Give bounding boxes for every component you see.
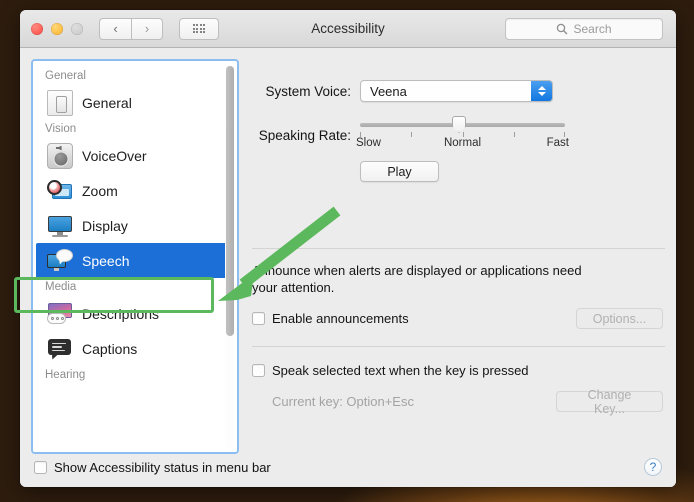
sidebar-item-voiceover[interactable]: VoiceOver xyxy=(33,138,237,173)
sidebar-group-general: General xyxy=(45,70,86,82)
sidebar-scroll-area[interactable]: General General Vision VoiceOver Zoom Di xyxy=(33,61,237,452)
sidebar-item-general[interactable]: General xyxy=(33,85,237,120)
sidebar-scrollbar-thumb[interactable] xyxy=(225,66,234,336)
announcement-options-button[interactable]: Options... xyxy=(576,308,663,330)
show-status-menubar-checkbox[interactable] xyxy=(34,460,47,474)
descriptions-icon xyxy=(47,301,73,327)
speak-selected-text-label: Speak selected text when the key is pres… xyxy=(272,363,529,379)
slider-label-normal: Normal xyxy=(443,137,482,149)
window-bottom-bar: Show Accessibility status in menu bar ? xyxy=(20,447,676,487)
slider-label-slow: Slow xyxy=(356,137,381,149)
slider-label-fast: Fast xyxy=(546,137,569,149)
sidebar-item-speech[interactable]: Speech xyxy=(36,243,234,278)
speak-selected-text-checkbox[interactable] xyxy=(252,364,265,378)
sidebar-item-label: Display xyxy=(82,217,128,234)
current-key-row: Current key: Option+Esc Change Key... xyxy=(252,388,665,416)
sidebar-item-zoom[interactable]: Zoom xyxy=(33,173,237,208)
slider-tick-labels: Slow Normal Fast xyxy=(356,137,569,153)
forward-button[interactable]: › xyxy=(131,17,163,40)
sidebar-item-label: Descriptions xyxy=(82,305,160,322)
display-icon xyxy=(47,213,73,239)
enable-announcements-checkbox-row[interactable]: Enable announcements xyxy=(252,311,409,326)
system-voice-value: Veena xyxy=(370,83,407,99)
sidebar-item-label: Speech xyxy=(82,252,130,269)
system-voice-select[interactable]: Veena xyxy=(360,80,553,102)
enable-announcements-label: Enable announcements xyxy=(272,311,409,327)
announce-description: Announce when alerts are displayed or ap… xyxy=(252,263,582,296)
current-key-label: Current key: Option+Esc xyxy=(272,394,414,410)
window-content: General General Vision VoiceOver Zoom Di xyxy=(20,48,676,487)
voiceover-icon xyxy=(47,142,73,169)
speaking-rate-label: Speaking Rate: xyxy=(258,128,351,143)
speaking-rate-row: Speaking Rate: Slow Normal Fast xyxy=(252,116,665,153)
navigation-segmented-control: ‹ › xyxy=(99,17,163,40)
speech-icon xyxy=(47,248,73,274)
minimize-button-icon[interactable] xyxy=(51,22,63,35)
sidebar-item-label: VoiceOver xyxy=(82,147,147,164)
show-all-icon[interactable] xyxy=(179,17,219,40)
help-button[interactable]: ? xyxy=(644,458,662,476)
general-icon xyxy=(47,89,73,116)
play-row: Play xyxy=(252,161,665,182)
sidebar-item-display[interactable]: Display xyxy=(33,208,237,243)
change-key-button[interactable]: Change Key... xyxy=(556,388,663,416)
chevron-updown-icon[interactable] xyxy=(531,81,552,101)
slider-thumb[interactable] xyxy=(452,116,466,133)
sidebar-item-captions[interactable]: Captions xyxy=(33,331,237,366)
sidebar-item-label: Captions xyxy=(82,340,138,357)
sidebar-item-label: General xyxy=(82,94,132,111)
captions-icon xyxy=(47,336,73,362)
separator-1 xyxy=(252,248,665,249)
play-button[interactable]: Play xyxy=(360,161,439,182)
traffic-lights xyxy=(31,22,83,35)
grid-dots-icon xyxy=(192,23,206,34)
system-voice-label: System Voice: xyxy=(265,83,351,99)
zoom-icon xyxy=(47,178,73,204)
system-voice-row: System Voice: Veena xyxy=(252,80,665,102)
search-icon xyxy=(557,23,568,34)
enable-announcements-checkbox[interactable] xyxy=(252,312,265,326)
show-status-menubar-label: Show Accessibility status in menu bar xyxy=(54,459,271,475)
zoom-button-icon xyxy=(71,22,83,35)
separator-2 xyxy=(252,346,665,348)
speak-selected-text-checkbox-row[interactable]: Speak selected text when the key is pres… xyxy=(252,363,665,378)
back-button[interactable]: ‹ xyxy=(99,17,131,40)
speaking-rate-slider[interactable] xyxy=(360,116,565,137)
sidebar-item-label: Zoom xyxy=(82,182,118,199)
show-status-menubar-checkbox-row[interactable]: Show Accessibility status in menu bar xyxy=(34,460,271,475)
sidebar-item-descriptions[interactable]: Descriptions xyxy=(33,296,237,331)
search-placeholder: Search xyxy=(573,21,612,36)
accessibility-feature-list[interactable]: General General Vision VoiceOver Zoom Di xyxy=(31,59,239,454)
sidebar-group-hearing: Hearing xyxy=(45,369,86,381)
window-titlebar: ‹ › Accessibility Search xyxy=(20,10,676,48)
system-preferences-window: ‹ › Accessibility Search General General… xyxy=(20,10,676,487)
announce-row: Enable announcements Options... xyxy=(252,308,665,330)
sidebar-group-vision: Vision xyxy=(45,123,77,135)
search-input[interactable]: Search xyxy=(505,17,663,40)
close-button-icon[interactable] xyxy=(31,22,43,35)
speech-settings-pane: System Voice: Veena Speaking Rate: Slow … xyxy=(252,59,665,454)
sidebar-group-media: Media xyxy=(45,281,77,293)
